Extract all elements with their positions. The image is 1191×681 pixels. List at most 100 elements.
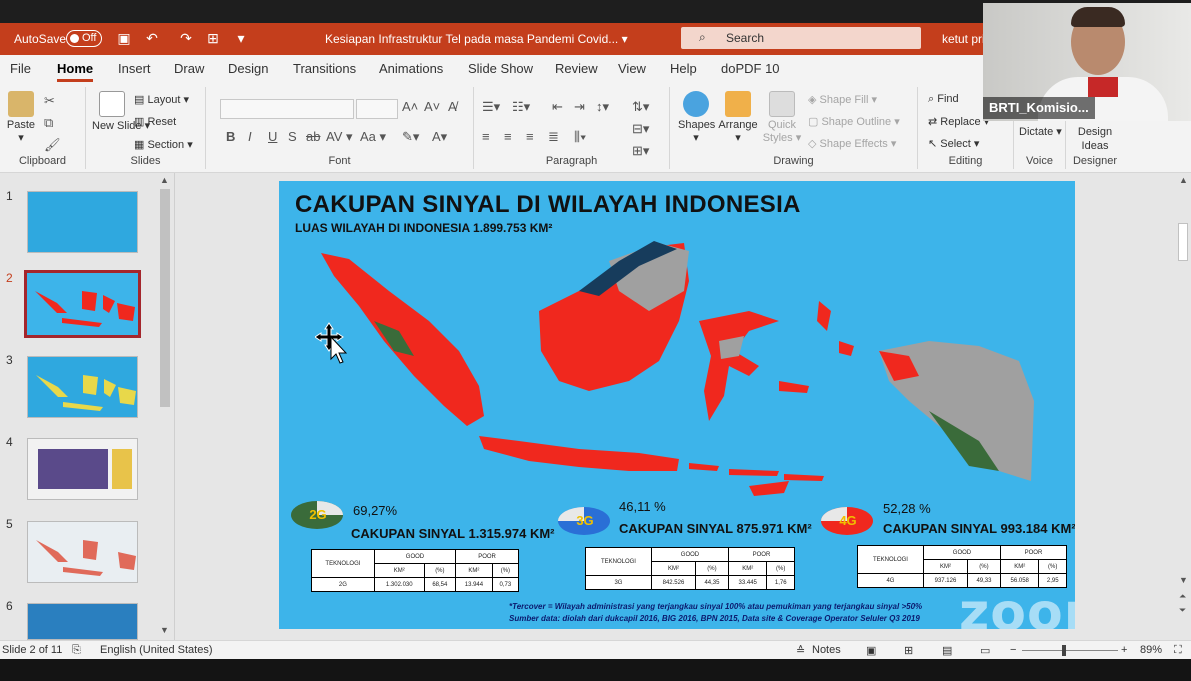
tab-slide-show[interactable]: Slide Show [468,61,533,76]
font-name-combo[interactable] [220,99,354,119]
shape-effects-button[interactable]: ◇ Shape Effects ▾ [808,137,896,150]
tab-review[interactable]: Review [555,61,598,76]
bold-button[interactable]: B [226,129,235,144]
scroll-down-icon[interactable]: ▼ [1179,575,1188,585]
thumbnail-scrollbar[interactable]: ▲ ▼ [157,173,173,640]
shapes-button[interactable]: Shapes ▾ [678,91,715,144]
scroll-up-icon[interactable]: ▲ [160,175,169,185]
notes-button[interactable]: Notes [812,644,841,656]
arrange-button[interactable]: Arrange ▾ [718,91,758,144]
save-icon[interactable]: ▣ [115,29,133,47]
search-box[interactable]: ⌕ Search [681,27,921,49]
grow-font-icon[interactable]: A˄ [402,99,418,114]
tab-view[interactable]: View [618,61,646,76]
clear-formatting-icon[interactable]: A̸ [448,99,457,114]
zoom-plus[interactable]: + [1121,644,1127,656]
numbering-icon[interactable]: ☷▾ [512,99,530,115]
decrease-indent-icon[interactable]: ⇤ [552,99,563,115]
island-sulawesi [699,311,779,421]
design-ideas-button[interactable]: Design Ideas [1072,125,1118,153]
slide-thumbnail-3[interactable] [27,356,138,418]
align-center-icon[interactable]: ≡ [504,129,512,144]
slide-thumbnail-2[interactable] [24,270,141,338]
line-spacing-icon[interactable]: ↕▾ [596,99,609,115]
select-button[interactable]: ↖ Select ▾ [928,137,979,150]
prev-slide-icon[interactable]: ⏶ [1179,591,1186,602]
scroll-down-icon[interactable]: ▼ [160,625,169,635]
slide-thumbnail-1[interactable] [27,191,138,253]
user-name[interactable]: ketut pri [942,32,985,46]
bullets-icon[interactable]: ☰▾ [482,99,500,115]
find-button[interactable]: ⌕ Find [928,93,959,106]
presentation-icon[interactable]: ⊞ [204,29,222,47]
reading-view-icon[interactable]: ▤ [942,644,952,657]
tab-dopdf[interactable]: doPDF 10 [721,61,780,76]
tab-home[interactable]: Home [57,61,94,82]
cut-icon[interactable]: ✂ [44,93,55,109]
slide-thumbnail-6[interactable] [27,603,138,640]
shrink-font-icon[interactable]: A˅ [424,99,440,114]
layout-button[interactable]: ▤ Layout ▾ [134,93,189,106]
scroll-thumb[interactable] [160,189,170,407]
replace-button[interactable]: ⇄ Replace ▾ [928,115,989,128]
language[interactable]: English (United States) [100,644,213,656]
fit-to-window-icon[interactable]: ⛶ [1174,644,1182,657]
participant-video[interactable]: BRTI_Komisio... [983,3,1191,121]
tab-draw[interactable]: Draw [174,61,204,76]
scroll-thumb[interactable] [1178,223,1188,261]
justify-icon[interactable]: ≣ [548,129,559,145]
customize-qat-icon[interactable]: ▾ [232,29,250,47]
autosave-label: AutoSave [14,32,67,46]
tab-insert[interactable]: Insert [118,61,151,76]
tab-transitions[interactable]: Transitions [293,61,356,76]
autosave-toggle[interactable]: Off [66,30,102,47]
slide-scrollbar[interactable]: ▲ ▼ ⏶ ⏷ [1175,173,1191,640]
tab-design[interactable]: Design [228,61,268,76]
align-right-icon[interactable]: ≡ [526,129,534,144]
undo-icon[interactable]: ↶ [143,29,161,47]
quick-styles-button[interactable]: Quick Styles ▾ [762,91,802,144]
notes-icon[interactable]: ≙ [796,644,805,657]
font-color-icon[interactable]: A▾ [432,129,447,145]
slide-thumbnail-5[interactable] [27,521,138,583]
strikethrough-button[interactable]: ab [306,129,320,144]
slide-thumbnail-4[interactable] [27,438,138,500]
slide-sorter-icon[interactable]: ⊞ [904,644,913,657]
normal-view-icon[interactable]: ▣ [866,644,876,657]
underline-button[interactable]: U [268,129,277,144]
align-left-icon[interactable]: ≡ [482,129,490,144]
slideshow-view-icon[interactable]: ▭ [980,644,990,657]
increase-indent-icon[interactable]: ⇥ [574,99,585,115]
scroll-up-icon[interactable]: ▲ [1179,175,1188,185]
copy-icon[interactable]: ⧉ [44,115,53,131]
section-button[interactable]: ▦ Section ▾ [134,138,193,151]
accessibility-icon[interactable]: ⎘ [72,644,81,657]
char-spacing-button[interactable]: AV ▾ [326,129,353,145]
text-direction-icon[interactable]: ⇅▾ [632,99,649,115]
paste-button[interactable]: Paste ▾ [4,91,38,144]
zoom-percent[interactable]: 89% [1140,644,1162,656]
tab-animations[interactable]: Animations [379,61,443,76]
document-title[interactable]: Kesiapan Infrastruktur Tel pada masa Pan… [325,32,628,46]
tab-help[interactable]: Help [670,61,697,76]
columns-icon[interactable]: ⫼▾ [574,129,586,145]
dictate-button[interactable]: Dictate ▾ [1019,125,1062,138]
next-slide-icon[interactable]: ⏷ [1179,605,1186,616]
highlight-icon[interactable]: ✎▾ [402,129,419,145]
reset-button[interactable]: ▥ Reset [134,115,176,128]
zoom-slider[interactable] [1022,650,1118,651]
shape-fill-button[interactable]: ◈ Shape Fill ▾ [808,93,877,106]
italic-button[interactable]: I [248,129,252,144]
shadow-button[interactable]: S [288,129,297,144]
new-slide-button[interactable]: New Slide ▾ [92,91,150,132]
redo-icon[interactable]: ↷ [177,29,195,47]
font-size-combo[interactable] [356,99,398,119]
format-painter-icon[interactable]: 🖌 [44,137,61,153]
zoom-minus[interactable]: − [1010,644,1016,656]
align-text-icon[interactable]: ⊟▾ [632,121,649,137]
change-case-button[interactable]: Aa ▾ [360,129,386,145]
shape-outline-button[interactable]: ▢ Shape Outline ▾ [808,115,900,128]
tab-file[interactable]: File [10,61,31,76]
slide-canvas[interactable]: CAKUPAN SINYAL DI WILAYAH INDONESIA LUAS… [279,181,1075,629]
zoom-slider-thumb[interactable] [1062,645,1066,656]
